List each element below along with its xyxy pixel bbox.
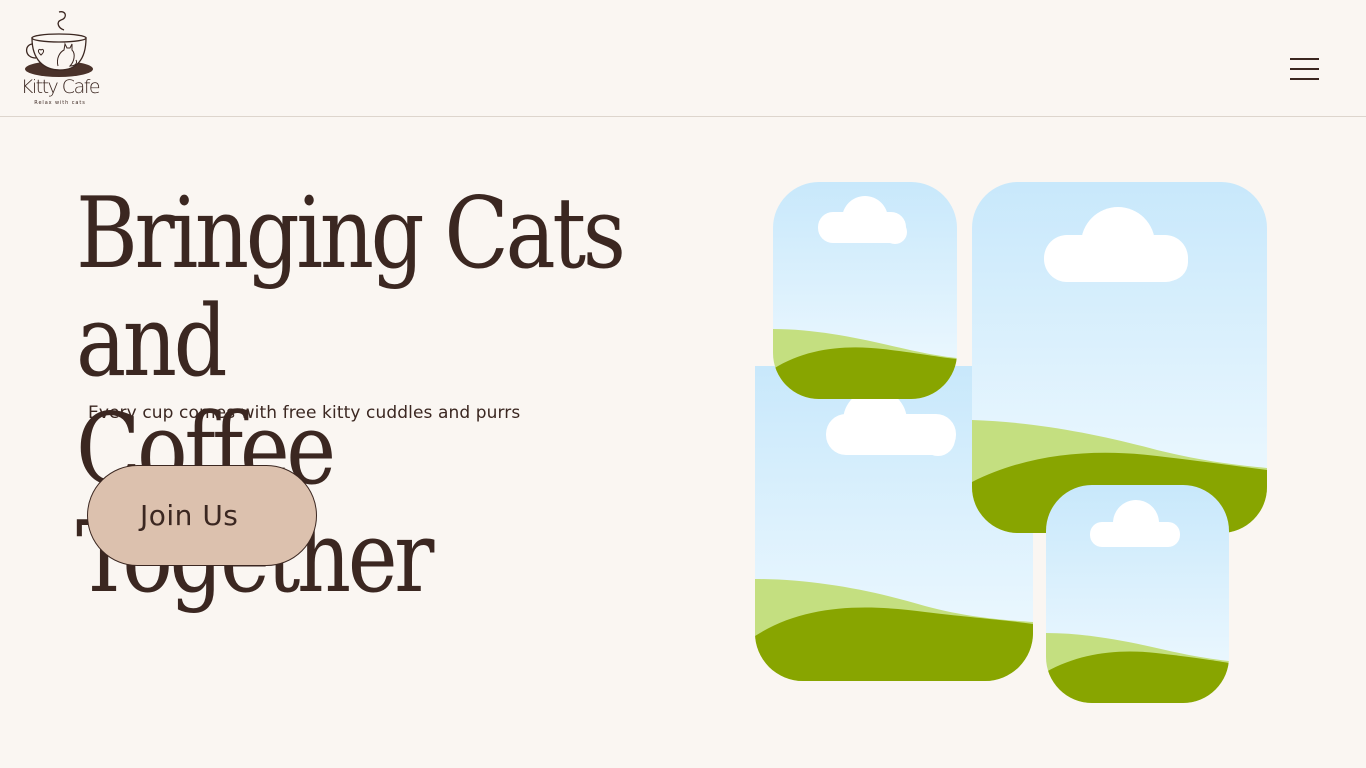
hero-title-line-1: Bringing Cats and bbox=[76, 177, 626, 399]
site-header: Kitty Cafe Relax with cats bbox=[0, 0, 1366, 117]
cat-in-coffee-cup-icon bbox=[25, 11, 93, 77]
hero-subtitle: Every cup comes with free kitty cuddles … bbox=[88, 403, 521, 423]
hamburger-menu-icon[interactable] bbox=[1284, 52, 1326, 84]
page: Kitty Cafe Relax with cats Bringing Cats… bbox=[0, 0, 1366, 768]
menu-bar bbox=[1290, 68, 1319, 70]
landscape-placeholder-icon bbox=[1046, 485, 1229, 703]
menu-bar bbox=[1290, 78, 1319, 80]
menu-bar bbox=[1290, 58, 1319, 60]
brand-tagline: Relax with cats bbox=[34, 100, 86, 106]
gallery-image bbox=[1046, 485, 1229, 703]
join-us-button[interactable]: Join Us bbox=[87, 465, 317, 566]
landscape-placeholder-icon bbox=[972, 182, 1267, 533]
landscape-placeholder-icon bbox=[773, 182, 957, 399]
gallery-image bbox=[773, 182, 957, 399]
gallery-image bbox=[972, 182, 1267, 533]
brand-name: Kitty Cafe bbox=[20, 76, 101, 98]
logo[interactable]: Kitty Cafe Relax with cats bbox=[20, 8, 102, 110]
